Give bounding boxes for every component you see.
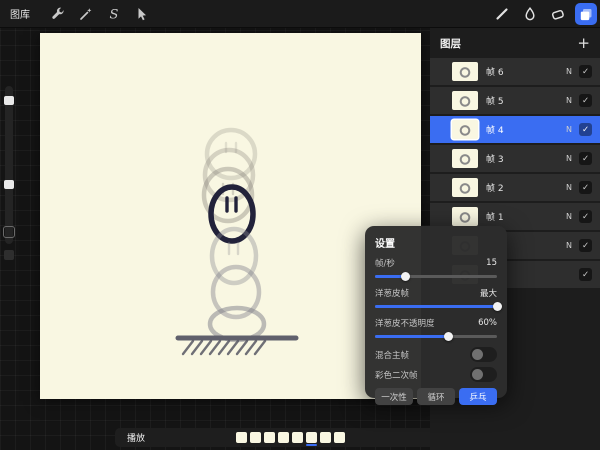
layer-visibility-checkbox[interactable]: ✓ <box>579 210 592 223</box>
layer-visibility-checkbox[interactable]: ✓ <box>579 181 592 194</box>
timeline-frame-thumb[interactable] <box>334 432 345 443</box>
layer-blend-mode-badge[interactable]: N <box>566 96 572 105</box>
fps-value: 15 <box>486 258 497 268</box>
onion-frames-value: 最大 <box>480 287 497 299</box>
play-button[interactable]: 播放 <box>127 431 145 444</box>
undo-button[interactable] <box>4 250 14 260</box>
layer-visibility-checkbox[interactable]: ✓ <box>579 268 592 281</box>
layer-visibility-checkbox[interactable]: ✓ <box>579 239 592 252</box>
timeline-frame-thumb[interactable] <box>306 432 317 443</box>
onion-opacity-label: 洋葱皮不透明度 <box>375 317 435 329</box>
layer-blend-mode-badge[interactable]: N <box>566 125 572 134</box>
timeline-frame-thumb[interactable] <box>250 432 261 443</box>
eraser-icon[interactable] <box>547 3 569 25</box>
mode-loop-button[interactable]: 循环 <box>417 388 455 405</box>
layer-thumbnail <box>452 91 478 110</box>
timeline-frame-thumb[interactable] <box>236 432 247 443</box>
layer-visibility-checkbox[interactable]: ✓ <box>579 94 592 107</box>
slider-knob[interactable] <box>444 332 453 341</box>
blend-primary-label: 混合主帧 <box>375 349 409 361</box>
layer-name: 帧 3 <box>486 152 504 165</box>
mode-one-shot-button[interactable]: 一次性 <box>375 388 413 405</box>
layer-row[interactable]: 帧 4 N ✓ <box>430 116 600 143</box>
slider-knob[interactable] <box>401 272 410 281</box>
onion-opacity-value: 60% <box>478 318 497 328</box>
onion-frames-label: 洋葱皮帧 <box>375 287 409 299</box>
add-layer-button[interactable]: + <box>577 36 590 51</box>
onion-frames-slider[interactable] <box>375 305 497 308</box>
timeline-frame-thumb[interactable] <box>292 432 303 443</box>
blend-primary-toggle[interactable] <box>470 347 497 362</box>
layers-icon[interactable] <box>575 3 597 25</box>
sidebar-slider-track <box>5 86 13 244</box>
layer-name: 帧 2 <box>486 181 504 194</box>
svg-text:S: S <box>110 7 119 22</box>
popup-title: 设置 <box>375 235 497 250</box>
drawing-canvas[interactable] <box>40 33 421 399</box>
adjustments-icon[interactable] <box>75 3 97 25</box>
layer-blend-mode-badge[interactable]: N <box>566 212 572 221</box>
layer-thumbnail <box>452 207 478 226</box>
layer-blend-mode-badge[interactable]: N <box>566 154 572 163</box>
layer-blend-mode-badge[interactable]: N <box>566 183 572 192</box>
layer-thumbnail <box>452 149 478 168</box>
top-toolbar: 图库 S <box>0 0 600 28</box>
mode-ping-pong-button[interactable]: 乒乓 <box>459 388 497 405</box>
layer-thumbnail <box>452 178 478 197</box>
layer-name: 帧 6 <box>486 65 504 78</box>
layer-visibility-checkbox[interactable]: ✓ <box>579 123 592 136</box>
layer-blend-mode-badge[interactable]: N <box>566 241 572 250</box>
layer-thumbnail <box>452 62 478 81</box>
selection-icon[interactable]: S <box>103 3 125 25</box>
timeline-frame-thumb[interactable] <box>264 432 275 443</box>
procreate-app: 图库 S <box>0 0 600 450</box>
animation-settings-popup: 设置 帧/秒 15 洋葱皮帧 最大 洋葱皮不透明度 60% 混合主帧 彩色二次帧… <box>365 226 507 398</box>
gallery-button[interactable]: 图库 <box>10 6 30 21</box>
bouncing-ball-sketch <box>40 33 421 399</box>
layer-visibility-checkbox[interactable]: ✓ <box>579 152 592 165</box>
tint-secondary-label: 彩色二次帧 <box>375 369 418 381</box>
brush-size-slider[interactable] <box>4 96 14 105</box>
layer-row[interactable]: 帧 6 N ✓ <box>430 58 600 85</box>
tint-secondary-toggle[interactable] <box>470 367 497 382</box>
layer-visibility-checkbox[interactable]: ✓ <box>579 65 592 78</box>
layers-panel-header: 图层 + <box>430 28 600 58</box>
layer-name: 帧 4 <box>486 123 504 136</box>
slider-knob[interactable] <box>493 302 502 311</box>
layer-row[interactable]: 帧 5 N ✓ <box>430 87 600 114</box>
playback-mode-group: 一次性 循环 乒乓 <box>375 388 497 405</box>
smudge-icon[interactable] <box>519 3 541 25</box>
wrench-icon[interactable] <box>47 3 69 25</box>
timeline-frame-thumb[interactable] <box>320 432 331 443</box>
timeline-frame-thumb[interactable] <box>278 432 289 443</box>
frames-strip <box>236 432 345 443</box>
layer-row[interactable]: 帧 2 N ✓ <box>430 174 600 201</box>
brush-icon[interactable] <box>491 3 513 25</box>
layer-thumbnail <box>452 120 478 139</box>
modify-button[interactable] <box>3 226 15 238</box>
layer-row[interactable]: 帧 3 N ✓ <box>430 145 600 172</box>
layers-panel-title: 图层 <box>440 36 461 51</box>
transform-icon[interactable] <box>131 3 153 25</box>
layer-blend-mode-badge[interactable]: N <box>566 67 572 76</box>
brush-opacity-slider[interactable] <box>4 180 14 189</box>
layer-name: 帧 1 <box>486 210 504 223</box>
onion-opacity-slider[interactable] <box>375 335 497 338</box>
fps-label: 帧/秒 <box>375 257 395 269</box>
layer-name: 帧 5 <box>486 94 504 107</box>
fps-slider[interactable] <box>375 275 497 278</box>
